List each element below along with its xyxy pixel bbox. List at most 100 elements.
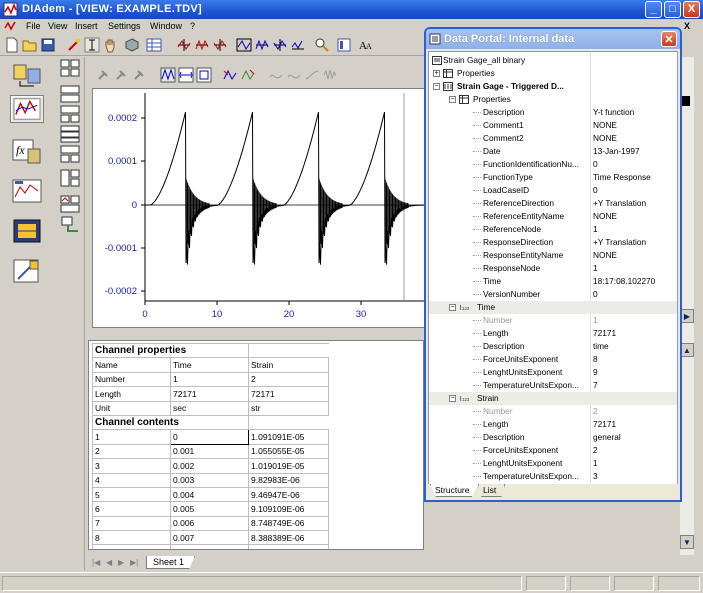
pin-remove-icon[interactable] xyxy=(132,68,146,82)
data-portal-close-button[interactable]: ✕ xyxy=(661,31,677,47)
tree-property-row[interactable]: ReferenceNode 1 xyxy=(429,223,677,236)
table-cell[interactable]: 2 xyxy=(248,371,329,388)
layout-split-icon[interactable] xyxy=(60,105,80,123)
curve-smooth-icon[interactable] xyxy=(268,67,284,83)
table-cell[interactable]: 8.388389E-06 xyxy=(248,530,329,546)
table-cell[interactable]: 3 xyxy=(92,458,171,474)
tree-property-row[interactable]: VersionNumber 0 xyxy=(429,288,677,301)
menu-view[interactable]: View xyxy=(48,21,67,31)
search-icon[interactable] xyxy=(314,37,330,53)
tree-property-row[interactable]: ReferenceDirection +Y Translation xyxy=(429,197,677,210)
table-cell[interactable]: Time xyxy=(170,357,249,373)
tab-list[interactable]: List xyxy=(478,484,506,497)
data-portal-title-bar[interactable]: Data Portal: Internal data ✕ xyxy=(426,29,680,49)
tree-property-row[interactable]: FunctionIdentificationNu... 0 xyxy=(429,158,677,171)
menu-file[interactable]: File xyxy=(26,21,41,31)
table-cell[interactable]: Number xyxy=(92,371,171,388)
zoom-y-icon[interactable] xyxy=(254,37,270,53)
tree-property-row[interactable]: Number 2 xyxy=(429,405,677,418)
maximize-button[interactable]: □ xyxy=(664,1,681,18)
table-cell[interactable]: 0 xyxy=(170,429,249,445)
tree-root-properties[interactable]: + Properties xyxy=(429,67,677,80)
tree-property-row[interactable]: ReferenceEntityName NONE xyxy=(429,210,677,223)
table-cell[interactable]: 4 xyxy=(92,472,171,488)
tree-property-row[interactable]: ForceUnitsExponent 2 xyxy=(429,444,677,457)
tree-property-row[interactable]: ResponseNode 1 xyxy=(429,262,677,275)
tree-property-row[interactable]: Length 72171 xyxy=(429,418,677,431)
tree-property-row[interactable]: FunctionType Time Response xyxy=(429,171,677,184)
tree-property-row[interactable]: Comment2 NONE xyxy=(429,132,677,145)
zoom-area-icon[interactable] xyxy=(196,67,212,83)
wand-icon[interactable] xyxy=(66,37,82,53)
tree-property-row[interactable]: TemperatureUnitsExpon... 3 xyxy=(429,470,677,483)
main-vertical-scrollbar[interactable]: ▶ ▲ ▼ xyxy=(680,57,694,555)
report-module-icon[interactable] xyxy=(10,177,44,205)
view-module-icon[interactable] xyxy=(10,95,44,123)
curve-noise-icon[interactable] xyxy=(322,67,338,83)
tree-property-row[interactable]: Date 13-Jan-1997 xyxy=(429,145,677,158)
table-cell[interactable]: 8 xyxy=(92,530,171,546)
table-cell[interactable]: 7 xyxy=(92,515,171,532)
tree-group-properties[interactable]: − Properties xyxy=(429,93,677,106)
tab-sheet-1[interactable]: Sheet 1 xyxy=(146,556,196,569)
hand-icon[interactable] xyxy=(102,37,118,53)
tree-property-row[interactable]: Description general xyxy=(429,431,677,444)
curve-add-icon[interactable] xyxy=(212,37,228,53)
table-cell[interactable]: 0.005 xyxy=(170,501,249,517)
menu-settings[interactable]: Settings xyxy=(108,21,141,31)
tree-property-row[interactable]: LoadCaseID 0 xyxy=(429,184,677,197)
menu-help[interactable]: ? xyxy=(190,21,195,31)
tree-root[interactable]: Strain Gage_all binary xyxy=(429,54,677,67)
first-sheet-icon[interactable]: |◀ xyxy=(92,558,100,567)
last-sheet-icon[interactable]: ▶| xyxy=(130,558,138,567)
save-icon[interactable] xyxy=(40,37,56,53)
data-transfer-icon[interactable] xyxy=(60,215,80,233)
tab-structure[interactable]: Structure xyxy=(430,484,479,497)
table-cell[interactable]: 0.007 xyxy=(170,530,249,546)
tree-property-row[interactable]: Time 18:17:08.102270 xyxy=(429,275,677,288)
zoom-x-icon[interactable] xyxy=(236,37,252,53)
tree-property-row[interactable]: Number 1 xyxy=(429,314,677,327)
table-cell[interactable]: str xyxy=(248,400,329,416)
tree-property-row[interactable]: Comment1 NONE xyxy=(429,119,677,132)
table-cell[interactable]: 1.091091E-05 xyxy=(248,429,329,445)
table-cell[interactable]: 0.002 xyxy=(170,458,249,474)
scroll-down-icon[interactable]: ▼ xyxy=(680,535,694,549)
table-cell[interactable]: 1 xyxy=(92,429,171,445)
layout-rows-icon[interactable] xyxy=(60,85,80,103)
scroll-right-icon[interactable]: ▶ xyxy=(680,309,694,323)
table-cell[interactable]: 0.004 xyxy=(170,486,249,503)
document-close-button[interactable]: X xyxy=(684,21,690,31)
table-cell[interactable]: 0.008 xyxy=(170,544,249,549)
tree-property-row[interactable]: LenghtUnitsExponent 1 xyxy=(429,457,677,470)
document-menu-icon[interactable] xyxy=(4,20,16,32)
cube-icon[interactable] xyxy=(124,37,140,53)
table-cell[interactable]: 6 xyxy=(92,501,171,517)
table-cell[interactable]: 0.003 xyxy=(170,472,249,488)
table-cell[interactable]: 1 xyxy=(170,371,249,388)
visual-module-icon[interactable] xyxy=(10,217,44,245)
tree-property-row[interactable]: Description Y-t function xyxy=(429,106,677,119)
close-button[interactable]: X xyxy=(683,1,700,18)
tree-property-row[interactable]: ForceUnitsExponent 8 xyxy=(429,353,677,366)
zoom-range-icon[interactable] xyxy=(178,67,194,83)
analysis-module-icon[interactable]: fx xyxy=(10,137,44,165)
table-cell[interactable]: 2 xyxy=(92,443,171,460)
tree-group[interactable]: − Strain Gage - Triggered D... xyxy=(429,80,677,93)
layout-three-rows-icon[interactable] xyxy=(60,125,80,143)
time-signal-plot[interactable]: 0.0002 0.0001 0 -0.0001 -0.0002 0 10 20 30 xyxy=(92,88,428,328)
collapse-icon[interactable]: − xyxy=(449,96,456,103)
table-cell[interactable]: 0.006 xyxy=(170,515,249,532)
menu-insert[interactable]: Insert xyxy=(75,21,98,31)
expand-icon[interactable]: + xyxy=(433,70,440,77)
open-folder-icon[interactable] xyxy=(22,37,38,53)
text-size-icon[interactable]: AA xyxy=(358,37,374,53)
tree-channel-strain[interactable]: − 123 Strain xyxy=(429,392,677,405)
table-cell[interactable]: 72171 xyxy=(248,386,329,402)
collapse-icon[interactable]: − xyxy=(433,83,440,90)
cursor-crosshair-icon[interactable] xyxy=(222,67,238,83)
scroll-up-icon[interactable]: ▲ xyxy=(680,343,694,357)
table-cell[interactable]: 8.748749E-06 xyxy=(248,515,329,532)
new-file-icon[interactable] xyxy=(4,37,20,53)
navigator-module-icon[interactable] xyxy=(10,61,44,89)
